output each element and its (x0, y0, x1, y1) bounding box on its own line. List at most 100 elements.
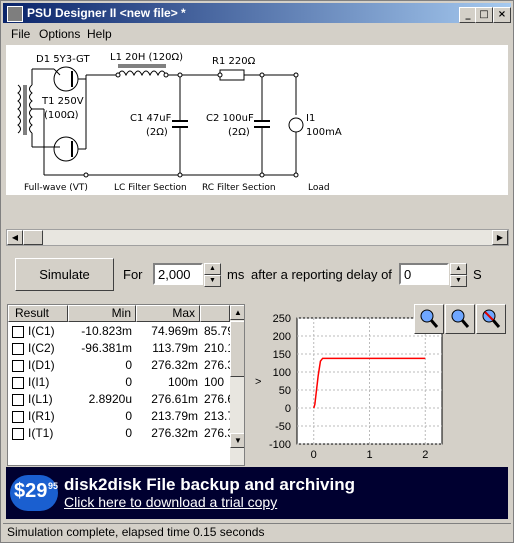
delay-spinner[interactable]: ▲ ▼ (450, 263, 467, 287)
cell-min: -10.823m (81, 324, 132, 338)
menu-file[interactable]: File (11, 27, 30, 41)
y-tick-label: 150 (273, 349, 291, 361)
section-lc-filter: LC Filter Section (114, 183, 187, 193)
section-rc-filter: RC Filter Section (202, 183, 276, 193)
scroll-down-icon[interactable]: ▼ (230, 433, 244, 448)
c1-label-a: C1 47uF (130, 113, 172, 124)
results-table[interactable]: Result Min Max I(C1) -10.823m 74.969m 85.79… (7, 304, 245, 466)
cell-max: 74.969m (151, 324, 198, 338)
circuit-schematic (17, 64, 304, 178)
scroll-left-icon[interactable]: ◀ (7, 230, 23, 245)
c1-label-b: (2Ω) (146, 127, 168, 138)
table-row[interactable]: I(L1) 2.8920u 276.61m 276.6 (8, 391, 234, 408)
c2-label-b: (2Ω) (228, 127, 250, 138)
scroll-right-icon[interactable]: ▶ (492, 230, 508, 245)
row-checkbox[interactable] (12, 377, 24, 389)
spin-down-icon[interactable]: ▼ (204, 275, 221, 287)
c2-label-a: C2 100uF (206, 113, 254, 124)
table-row[interactable]: I(T1) 0 276.32m 276.3 (8, 425, 234, 442)
cell-min: 0 (125, 409, 132, 423)
cell-max: 276.32m (151, 426, 198, 440)
menu-options[interactable]: Options (39, 27, 80, 41)
table-row[interactable]: I(D1) 0 276.32m 276.3 (8, 357, 234, 374)
cell-result: I(I1) (28, 375, 50, 389)
cell-result: I(C2) (28, 341, 55, 355)
y-tick-label: 200 (273, 331, 291, 343)
x-tick-label: 0 (311, 449, 317, 461)
col-header-extra[interactable] (200, 305, 230, 322)
plot-area (296, 317, 443, 445)
y-tick-label: 0 (285, 403, 291, 415)
row-checkbox[interactable] (12, 343, 24, 355)
s-label: S (473, 267, 482, 282)
cell-result: I(L1) (28, 392, 53, 406)
title-bar: PSU Designer II <new file> * _ □ × (3, 3, 511, 23)
simulate-button[interactable]: Simulate (15, 258, 114, 291)
menu-help[interactable]: Help (87, 27, 112, 41)
spin-up-icon[interactable]: ▲ (450, 263, 467, 275)
section-fullwave: Full-wave (VT) (24, 183, 88, 193)
app-icon (7, 6, 23, 22)
cell-result: I(C1) (28, 324, 55, 338)
row-checkbox[interactable] (12, 428, 24, 440)
delay-input[interactable]: 0 (399, 263, 449, 285)
row-checkbox[interactable] (12, 411, 24, 423)
scroll-thumb[interactable] (230, 321, 244, 377)
x-tick-label: 2 (422, 449, 428, 461)
y-tick-label: 100 (273, 367, 291, 379)
x-tick-label: 1 (366, 449, 372, 461)
zoom-reset-icon (482, 309, 501, 328)
ad-banner[interactable]: $29 95 disk2disk File backup and archivi… (6, 467, 508, 519)
window-title: PSU Designer II <new file> * (27, 6, 186, 20)
col-header-result[interactable]: Result (8, 305, 68, 322)
banner-link[interactable]: Click here to download a trial copy (64, 494, 277, 510)
spin-up-icon[interactable]: ▲ (204, 263, 221, 275)
cell-min: 0 (125, 375, 132, 389)
ms-label: ms (227, 267, 245, 282)
table-row[interactable]: I(C1) -10.823m 74.969m 85.79 (8, 323, 234, 340)
zoom-reset-button[interactable] (476, 304, 506, 334)
i1-label-b: 100mA (306, 127, 342, 138)
table-row[interactable]: I(I1) 0 100m 100 (8, 374, 230, 391)
y-tick-label: 250 (273, 313, 291, 325)
table-vscrollbar[interactable]: ▲ ▼ (230, 305, 244, 465)
scroll-up-icon[interactable]: ▲ (230, 305, 244, 320)
status-text: Simulation complete, elapsed time 0.15 s… (7, 525, 265, 539)
col-header-min[interactable]: Min (68, 305, 136, 322)
table-row[interactable]: I(R1) 0 213.79m 213.7 (8, 408, 234, 425)
cell-result: I(R1) (28, 409, 55, 423)
row-checkbox[interactable] (12, 326, 24, 338)
duration-input[interactable]: 2,000 (153, 263, 203, 285)
menu-bar: File Options Help (3, 25, 511, 43)
cell-min: -96.381m (81, 341, 132, 355)
scroll-thumb[interactable] (23, 230, 43, 245)
cell-extra: 100 (204, 375, 225, 389)
duration-spinner[interactable]: ▲ ▼ (204, 263, 221, 287)
cell-result: I(D1) (28, 358, 55, 372)
price-main: $29 (14, 480, 48, 502)
maximize-button[interactable]: □ (475, 7, 493, 23)
price-badge: $29 95 (10, 475, 58, 511)
zoom-in-button[interactable] (414, 304, 444, 334)
zoom-in-icon (420, 309, 439, 328)
cell-max: 100m (167, 375, 198, 389)
spin-down-icon[interactable]: ▼ (450, 275, 467, 287)
row-checkbox[interactable] (12, 394, 24, 406)
y-tick-label: 50 (279, 385, 291, 397)
price-cents: 95 (48, 481, 59, 491)
close-button[interactable]: × (493, 7, 511, 23)
circuit-diagram[interactable]: D1 5Y3-GT L1 20H (120Ω) R1 220Ω T1 250V … (6, 45, 508, 195)
t1-label-a: T1 250V (42, 96, 84, 107)
table-row[interactable]: I(C2) -96.381m 113.79m 210.1 (8, 340, 234, 357)
banner-title: disk2disk File backup and archiving (64, 475, 355, 494)
y-axis-label: > (255, 376, 261, 388)
cell-max: 213.79m (151, 409, 198, 423)
zoom-out-icon (451, 309, 470, 328)
circuit-hscrollbar[interactable]: ◀ ▶ (6, 229, 509, 246)
t1-label-b: (100Ω) (44, 110, 79, 121)
status-bar: Simulation complete, elapsed time 0.15 s… (3, 523, 511, 541)
zoom-out-button[interactable] (445, 304, 475, 334)
section-load: Load (308, 183, 330, 193)
col-header-max[interactable]: Max (136, 305, 200, 322)
row-checkbox[interactable] (12, 360, 24, 372)
